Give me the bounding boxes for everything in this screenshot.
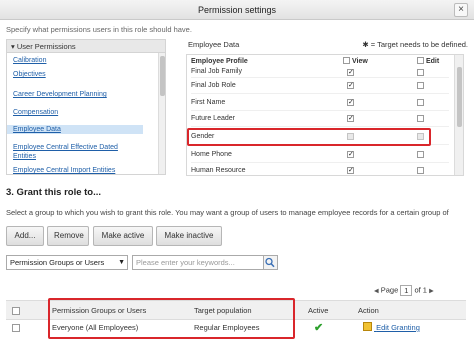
close-button[interactable]: ×	[454, 3, 468, 17]
collapse-arrow-icon[interactable]: ▾	[11, 42, 15, 51]
total-pages: 1	[422, 285, 427, 295]
edit-checkbox[interactable]	[417, 115, 424, 122]
make-inactive-button[interactable]: Make inactive	[156, 226, 222, 246]
grid-row: Future Leader ✓	[191, 111, 449, 127]
instructions-text: Specify what permissions users in this r…	[6, 25, 192, 34]
grid-title: Employee Data	[188, 40, 240, 49]
edit-checkbox[interactable]	[417, 167, 424, 174]
view-checkbox[interactable]: ✓	[347, 167, 354, 174]
target-marker-icon: ✱	[362, 40, 369, 49]
edit-checkbox[interactable]	[417, 151, 424, 158]
cell-group: Everyone (All Employees)	[52, 323, 139, 332]
prev-page-icon[interactable]: ◀	[374, 288, 379, 294]
edit-icon	[363, 322, 372, 331]
edit-checkbox[interactable]	[417, 99, 424, 106]
cell-target: Regular Employees	[194, 323, 260, 332]
page-number-input[interactable]: 1	[400, 285, 413, 296]
of-label: of	[414, 285, 421, 295]
view-all-checkbox[interactable]	[343, 57, 350, 64]
tree-item-ec-effective-dated[interactable]: Employee Central Effective Dated Entitie…	[7, 143, 147, 161]
permission-grid: Employee Profile View Edit Final Job Fam…	[186, 54, 464, 176]
grid-row: Final Job Role ✓	[191, 78, 449, 94]
dropdown-arrow-icon: ▼	[118, 259, 125, 266]
row-label: Gender	[191, 133, 215, 140]
grid-row: Home Phone ✓	[191, 147, 449, 163]
pagination: ◀ Page 1 of 1 ▶	[374, 285, 434, 296]
make-active-button[interactable]: Make active	[93, 226, 153, 246]
grid-header: Employee Data ✱ = Target needs to be def…	[188, 40, 468, 49]
edit-granting-link[interactable]: Edit Granting	[363, 320, 420, 336]
col-view: View	[343, 55, 368, 68]
dialog-title: Permission settings	[197, 5, 277, 15]
row-label: Human Resource	[191, 167, 246, 174]
grant-description: Select a group to which you wish to gran…	[6, 208, 449, 217]
th-active: Active	[308, 306, 329, 315]
remove-button[interactable]: Remove	[47, 226, 89, 246]
col-edit: Edit	[417, 55, 439, 68]
search-icon	[265, 257, 275, 268]
active-check-icon: ✔	[314, 322, 324, 334]
grid-scrollbar[interactable]	[454, 55, 463, 175]
grid-row: First Name ✓	[191, 95, 449, 111]
page-label: Page	[380, 285, 399, 295]
tree-item-career-development[interactable]: Career Development Planning	[7, 90, 113, 99]
row-label: First Name	[191, 99, 226, 106]
edit-checkbox[interactable]	[417, 69, 424, 76]
col-employee-profile: Employee Profile	[191, 58, 248, 65]
view-checkbox[interactable]: ✓	[347, 151, 354, 158]
view-checkbox[interactable]: ✓	[347, 69, 354, 76]
grid-row-gender: Gender	[191, 129, 449, 145]
row-label: Home Phone	[191, 151, 232, 158]
grant-section-title: 3. Grant this role to...	[6, 187, 102, 198]
row-checkbox[interactable]	[12, 324, 20, 332]
grid-row: Final Job Family ✓	[191, 68, 449, 78]
permission-category-tree: ▾ User Permissions Calibration Objective…	[6, 39, 166, 175]
th-group: Permission Groups or Users	[52, 306, 147, 315]
tree-item-employee-data[interactable]: Employee Data	[7, 125, 143, 134]
view-checkbox[interactable]	[347, 133, 354, 140]
view-checkbox[interactable]: ✓	[347, 99, 354, 106]
filter-type-select[interactable]: Permission Groups or Users ▼	[6, 255, 128, 270]
add-button[interactable]: Add...	[6, 226, 44, 246]
row-label: Final Job Role	[191, 82, 236, 89]
edit-checkbox[interactable]	[417, 133, 424, 140]
next-page-icon[interactable]: ▶	[429, 288, 434, 294]
grant-table-header: Permission Groups or Users Target popula…	[6, 300, 466, 320]
grid-row: Human Resource ✓	[191, 163, 449, 175]
tree-header-label: User Permissions	[16, 42, 76, 51]
th-action: Action	[358, 306, 379, 315]
tree-item-ec-import-entities[interactable]: Employee Central Import Entities	[7, 166, 121, 174]
grid-scroll-thumb[interactable]	[457, 67, 462, 127]
tree-item-objectives[interactable]: Objectives	[7, 70, 52, 79]
edit-all-checkbox[interactable]	[417, 57, 424, 64]
tree-item-calibration[interactable]: Calibration	[7, 56, 52, 65]
view-checkbox[interactable]: ✓	[347, 82, 354, 89]
dialog-titlebar: Permission settings ×	[0, 0, 474, 20]
th-target: Target population	[194, 306, 252, 315]
view-checkbox[interactable]: ✓	[347, 115, 354, 122]
tree-scroll-thumb[interactable]	[160, 56, 165, 96]
row-label: Future Leader	[191, 115, 235, 122]
table-row: Everyone (All Employees) Regular Employe…	[6, 320, 466, 338]
tree-item-compensation[interactable]: Compensation	[7, 108, 64, 117]
row-label: Final Job Family	[191, 68, 242, 75]
search-button[interactable]	[264, 255, 278, 270]
edit-checkbox[interactable]	[417, 82, 424, 89]
target-note: ✱ = Target needs to be defined.	[362, 40, 468, 49]
tree-header[interactable]: ▾ User Permissions	[7, 40, 165, 53]
select-all-checkbox[interactable]	[12, 307, 20, 315]
keyword-search-input[interactable]	[132, 255, 264, 270]
tree-scrollbar[interactable]	[158, 53, 165, 174]
